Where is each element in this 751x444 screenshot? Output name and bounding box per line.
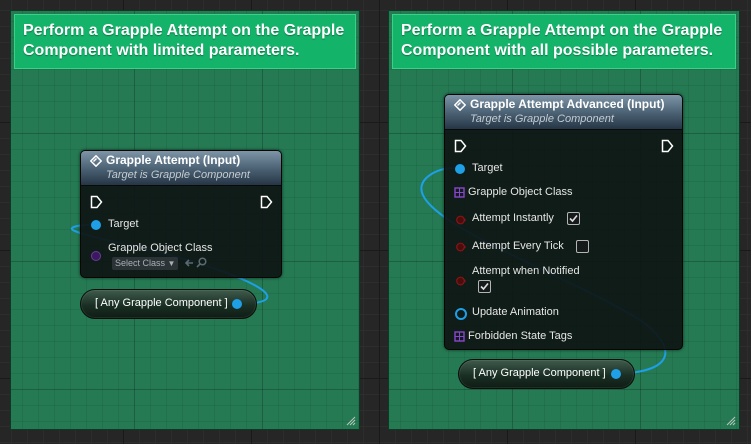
checkmark-icon [569,214,578,223]
class-select-dropdown[interactable]: Select Class ▼ [112,257,179,270]
node-title: Grapple Attempt (Input) [106,153,241,167]
attempt-when-notified-checkbox[interactable] [478,280,491,293]
exec-in-pin-icon[interactable] [90,195,103,209]
attempt-every-tick-label: Attempt Every Tick [472,240,564,252]
grapple-attempt-node[interactable]: Grapple Attempt (Input) Target is Grappl… [80,150,282,278]
component-output-pin[interactable] [611,369,621,379]
function-icon [90,155,102,167]
component-output-pin[interactable] [232,299,242,309]
browse-search-icon[interactable] [196,257,207,268]
any-grapple-component-node[interactable]: [ Any Grapple Component ] [80,289,257,319]
any-grapple-component-label: [ Any Grapple Component ] [473,367,606,379]
target-pin[interactable] [455,164,465,174]
forbidden-tags-pin-icon[interactable] [454,331,465,342]
update-animation-label: Update Animation [472,306,559,318]
node-header[interactable]: Grapple Attempt Advanced (Input) Target … [445,95,682,130]
forbidden-tags-label: Forbidden State Tags [468,330,573,342]
function-icon [454,99,466,111]
grapple-attempt-advanced-node[interactable]: Grapple Attempt Advanced (Input) Target … [444,94,683,350]
node-subtitle: Target is Grapple Component [106,169,250,181]
class-array-pin-icon[interactable] [454,187,465,198]
update-animation-pin[interactable] [455,308,467,320]
exec-out-pin-icon[interactable] [661,139,674,153]
attempt-every-tick-pin[interactable] [456,242,466,252]
exec-out-pin-icon[interactable] [260,195,273,209]
class-pin[interactable] [91,251,101,261]
target-label: Target [472,162,503,174]
node-header[interactable]: Grapple Attempt (Input) Target is Grappl… [81,151,281,186]
attempt-when-notified-label: Attempt when Notified [472,265,580,277]
attempt-when-notified-pin[interactable] [456,276,466,286]
chevron-down-icon: ▼ [167,259,176,268]
target-label: Target [108,218,139,230]
attempt-instantly-checkbox[interactable] [567,212,580,225]
attempt-instantly-pin[interactable] [456,215,466,225]
any-grapple-component-node[interactable]: [ Any Grapple Component ] [458,359,635,389]
node-subtitle: Target is Grapple Component [470,113,614,125]
any-grapple-component-label: [ Any Grapple Component ] [95,297,228,309]
checkmark-icon [480,282,489,291]
target-pin[interactable] [91,220,101,230]
attempt-instantly-label: Attempt Instantly [472,212,554,224]
class-select-value: Select Class [115,258,166,268]
use-selected-arrow-icon[interactable] [184,258,194,268]
exec-in-pin-icon[interactable] [454,139,467,153]
class-label: Grapple Object Class [108,242,213,254]
node-title: Grapple Attempt Advanced (Input) [470,97,665,111]
attempt-every-tick-checkbox[interactable] [576,240,589,253]
class-label: Grapple Object Class [468,186,573,198]
